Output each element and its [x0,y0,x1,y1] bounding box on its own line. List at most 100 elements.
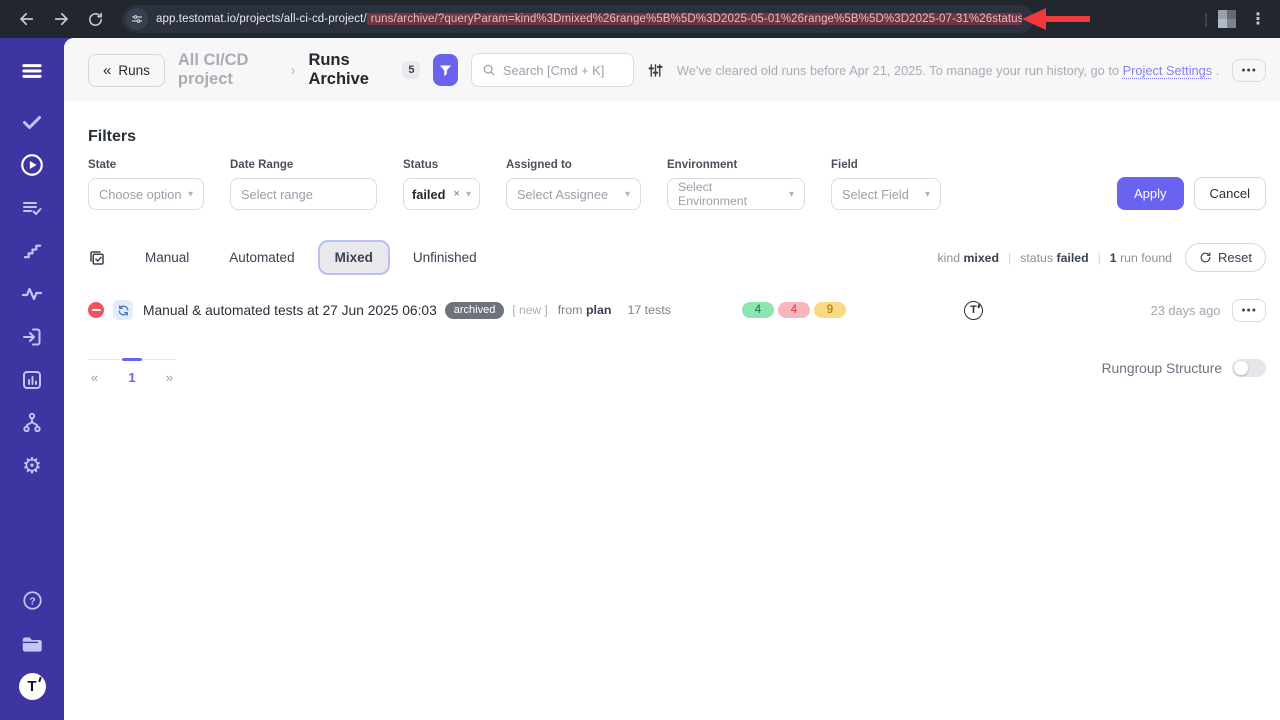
browser-reload-icon[interactable] [81,5,109,33]
filter-environment: Environment Select Environment ▾ [667,159,805,210]
filter-assigned-label: Assigned to [506,159,641,171]
field-select[interactable]: Select Field ▾ [831,178,941,210]
filter-state: State Choose option ▾ [88,159,204,210]
filter-status-label: Status [403,159,480,171]
failed-count-badge: 4 [778,302,810,318]
filter-field: Field Select Field ▾ [831,159,941,210]
rungroup-structure-toggle[interactable] [1232,359,1266,377]
page-title: Runs Archive [308,51,389,89]
apply-button[interactable]: Apply [1117,177,1184,210]
sidebar-item-milestones[interactable] [0,229,64,272]
cancel-button[interactable]: Cancel [1194,177,1266,210]
run-more-button[interactable]: ●●● [1232,299,1266,322]
sidebar-item-import[interactable] [0,315,64,358]
environment-select[interactable]: Select Environment ▾ [667,178,805,210]
breadcrumb-project[interactable]: All CI/CD project [178,51,278,89]
filter-assigned: Assigned to Select Assignee ▾ [506,159,641,210]
reset-filters-button[interactable]: Reset [1185,243,1266,272]
search-icon [482,63,496,77]
failed-status-icon [88,302,104,318]
browser-back-icon[interactable] [13,5,41,33]
run-title[interactable]: Manual & automated tests at 27 Jun 2025 … [143,303,437,318]
from-plan-text: from plan [558,303,612,317]
rungroup-structure-control: Rungroup Structure [1102,359,1266,377]
notice-text: We've cleared old runs before Apr 21, 20… [677,63,1119,78]
sidebar-item-help[interactable]: ? [0,579,64,622]
pagination: « 1 » [88,359,176,385]
sidebar-item-branches[interactable] [0,401,64,444]
extension-avatar-icon[interactable] [1218,10,1236,28]
rungroup-structure-label: Rungroup Structure [1102,361,1222,376]
browser-forward-icon[interactable] [47,5,75,33]
tab-manual[interactable]: Manual [128,240,206,275]
filter-environment-label: Environment [667,159,805,171]
sidebar-item-pulse[interactable] [0,272,64,315]
browser-toolbar: app.testomat.io/projects/all-ci-cd-proje… [0,0,1280,38]
tab-unfinished[interactable]: Unfinished [396,240,494,275]
run-list-item[interactable]: Manual & automated tests at 27 Jun 2025 … [88,295,1266,325]
kind-value: mixed [963,251,999,265]
view-settings-icon[interactable] [647,62,664,79]
project-settings-link[interactable]: Project Settings [1123,63,1213,78]
sidebar-item-projects[interactable] [0,622,64,665]
result-badges: 4 4 9 [742,302,846,318]
pagination-next[interactable]: » [163,370,176,385]
remove-status-icon[interactable]: × [453,188,459,200]
result-count: 1 [1110,251,1117,265]
reporter-logo-icon[interactable]: T [964,301,983,320]
field-placeholder: Select Field [842,187,909,202]
testomat-logo[interactable]: T [0,665,64,708]
active-filters-summary: kind mixed | status failed | 1 run found… [938,243,1267,272]
back-to-runs-label: Runs [118,63,150,78]
back-to-runs-button[interactable]: « Runs [88,54,165,87]
filter-date-range: Date Range Select range [230,159,377,210]
from-label: from [558,303,583,317]
tab-automated[interactable]: Automated [212,240,311,275]
reset-icon [1199,251,1212,264]
browser-menu-icon[interactable]: ⋮ [1246,9,1270,29]
ellipsis-icon: ●●● [1241,307,1257,314]
date-range-input[interactable]: Select range [230,178,377,210]
state-select[interactable]: Choose option ▾ [88,178,204,210]
notice-period: . [1216,63,1220,78]
sidebar-item-plans[interactable] [0,186,64,229]
skipped-count-badge: 9 [814,302,846,318]
site-settings-icon[interactable] [126,8,148,30]
search-input[interactable] [503,63,623,78]
tab-mixed[interactable]: Mixed [318,240,390,275]
filter-state-label: State [88,159,204,171]
run-time-ago: 23 days ago [1151,303,1221,318]
url-highlighted-segment: runs/archive/?queryParam=kind%3Dmixed%26… [367,13,1022,25]
pagination-page-1[interactable]: 1 [125,370,138,385]
search-box[interactable] [471,53,634,87]
status-select[interactable]: failed × ▾ [403,178,480,210]
result-count-label: run found [1120,251,1172,265]
tests-count: 17 tests [627,303,670,317]
from-value[interactable]: plan [586,303,611,317]
runs-cleared-notice: We've cleared old runs before Apr 21, 20… [677,63,1219,78]
address-bar[interactable]: app.testomat.io/projects/all-ci-cd-proje… [122,5,1034,33]
sidebar-item-runs[interactable] [0,143,64,186]
sidebar-item-tests[interactable] [0,100,64,143]
svg-text:?: ? [29,595,35,607]
runs-count-badge: 5 [402,61,420,79]
chevron-down-icon: ▾ [789,189,794,200]
sidebar-item-settings[interactable]: ⚙ [0,444,64,487]
new-tag: [ new ] [512,303,547,317]
assignee-select[interactable]: Select Assignee ▾ [506,178,641,210]
chevron-down-icon: ▾ [466,189,471,200]
mixed-run-icon [113,300,133,320]
filter-toggle-button[interactable] [433,54,457,86]
status-value: failed [1056,251,1088,265]
chevron-down-icon: ▾ [625,189,630,200]
filter-date-range-label: Date Range [230,159,377,171]
state-placeholder: Choose option [99,187,182,202]
active-page-indicator [122,358,142,361]
menu-hamburger-icon[interactable] [0,51,64,91]
pagination-prev[interactable]: « [88,370,101,385]
header-more-button[interactable]: ●●● [1232,59,1266,82]
select-all-icon[interactable] [88,249,106,267]
kind-label: kind [938,251,961,265]
chevrons-left-icon: « [103,62,111,79]
sidebar-item-analytics[interactable] [0,358,64,401]
